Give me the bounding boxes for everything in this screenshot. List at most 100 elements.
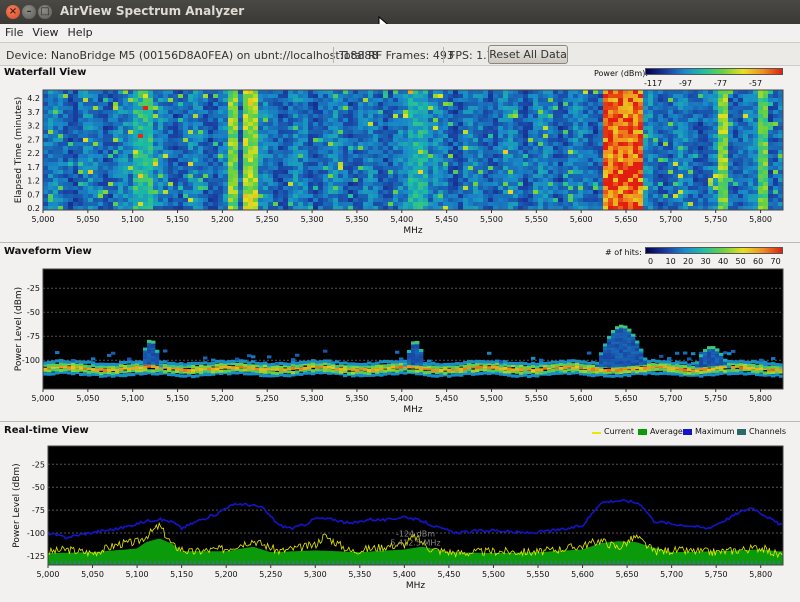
waterfall-cell <box>558 194 564 199</box>
waterfall-cell <box>213 202 219 207</box>
waterfall-cell <box>553 170 559 175</box>
waterfall-cell <box>638 134 644 139</box>
menu-file[interactable]: File <box>0 24 27 39</box>
waterfall-cell <box>268 94 274 99</box>
waterfall-cell <box>333 114 339 119</box>
waterfall-cell <box>408 146 414 151</box>
waveform-cell <box>155 361 160 365</box>
waterfall-cell <box>418 138 424 143</box>
waterfall-cell <box>328 150 334 155</box>
waterfall-cell <box>203 118 209 123</box>
waveform-cell <box>295 361 300 365</box>
waterfall-cell <box>728 130 734 135</box>
waterfall-cell <box>618 174 624 179</box>
waterfall-cell <box>458 114 464 119</box>
waterfall-cell <box>203 98 209 103</box>
waterfall-cell <box>433 134 439 139</box>
waterfall-cell <box>723 154 729 159</box>
waterfall-cell <box>183 174 189 179</box>
menu-help[interactable]: Help <box>63 24 97 39</box>
maximize-icon[interactable]: □ <box>38 5 52 19</box>
waterfall-cell <box>633 166 639 171</box>
waterfall-cell <box>418 170 424 175</box>
waterfall-cell <box>158 114 164 119</box>
waterfall-cell <box>648 102 654 107</box>
waterfall-cell <box>748 102 754 107</box>
waterfall-cell <box>503 170 509 175</box>
waterfall-cell <box>183 154 189 159</box>
waterfall-cell <box>493 174 499 179</box>
minimize-icon[interactable]: – <box>22 5 36 19</box>
waterfall-cell <box>108 178 114 183</box>
waterfall-cell <box>83 130 89 135</box>
waterfall-cell <box>683 106 689 111</box>
waterfall-cell <box>738 142 744 147</box>
waterfall-cell <box>463 186 469 191</box>
waterfall-cell <box>498 198 504 203</box>
waterfall-cell <box>583 178 589 183</box>
waterfall-cell <box>138 94 144 99</box>
waterfall-cell <box>758 138 764 143</box>
waterfall-cell <box>288 138 294 143</box>
waterfall-cell <box>733 174 739 179</box>
waterfall-cell <box>148 134 154 139</box>
waterfall-cell <box>713 138 719 143</box>
waterfall-cell <box>598 90 604 95</box>
waterfall-cell <box>533 162 539 167</box>
waterfall-cell <box>608 118 614 123</box>
waterfall-cell <box>348 202 354 207</box>
waterfall-cell <box>743 122 749 127</box>
waterfall-cell <box>638 118 644 123</box>
waterfall-cell <box>593 102 599 107</box>
waterfall-cell <box>118 106 124 111</box>
waterfall-cell <box>173 110 179 115</box>
waterfall-cell <box>63 102 69 107</box>
waterfall-cell <box>93 90 99 95</box>
reset-all-data-button[interactable]: Reset All Data <box>488 45 568 64</box>
waterfall-cell <box>138 170 144 175</box>
waterfall-cell <box>218 126 224 131</box>
waterfall-cell <box>273 166 279 171</box>
waterfall-cell <box>473 102 479 107</box>
waveform-cell <box>259 365 264 369</box>
waterfall-cell <box>423 110 429 115</box>
waterfall-cell <box>48 106 54 111</box>
waterfall-cell <box>393 134 399 139</box>
waveform-cell <box>287 365 292 369</box>
waterfall-cell <box>428 94 434 99</box>
waterfall-cell <box>98 190 104 195</box>
waterfall-cell <box>713 174 719 179</box>
waterfall-cell <box>553 162 559 167</box>
waterfall-cell <box>278 158 284 163</box>
waterfall-cell <box>93 154 99 159</box>
close-icon[interactable]: × <box>6 5 20 19</box>
waterfall-cell <box>383 194 389 199</box>
waterfall-cell <box>553 178 559 183</box>
waterfall-cell <box>258 90 264 95</box>
waterfall-cell <box>733 162 739 167</box>
waterfall-cell <box>503 102 509 107</box>
waterfall-cell <box>763 102 769 107</box>
waterfall-cell <box>648 114 654 119</box>
waterfall-cell <box>753 146 759 151</box>
waterfall-cell <box>553 122 559 127</box>
waterfall-cell <box>128 186 134 191</box>
waterfall-cell <box>193 154 199 159</box>
waterfall-cell <box>508 114 514 119</box>
waterfall-cell <box>658 106 664 111</box>
waterfall-cell <box>203 102 209 107</box>
waterfall-cell <box>478 162 484 167</box>
waterfall-cell <box>423 146 429 151</box>
waterfall-cell <box>773 130 779 135</box>
menu-view[interactable]: View <box>27 24 62 39</box>
waterfall-cell <box>473 90 479 95</box>
waterfall-cell <box>758 178 764 183</box>
waterfall-cell <box>658 134 664 139</box>
waterfall-cell <box>588 94 594 99</box>
waterfall-cell <box>88 130 94 135</box>
waterfall-cell <box>73 126 79 131</box>
waterfall-cell <box>168 194 174 199</box>
waterfall-cell <box>763 106 769 111</box>
waterfall-cell <box>528 102 534 107</box>
waveform-cell <box>175 373 180 377</box>
